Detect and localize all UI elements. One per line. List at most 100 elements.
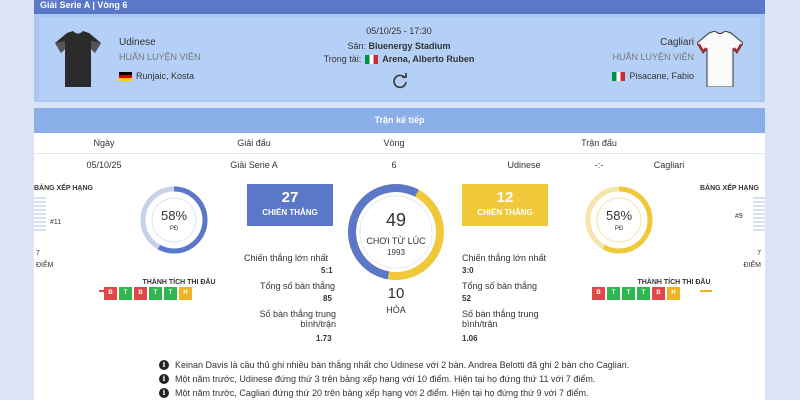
referee-name: Arena, Alberto Ruben: [382, 54, 475, 64]
home-total-goals-label: Tổng số bàn thắng: [260, 281, 336, 291]
form-result-badge: T: [149, 287, 162, 300]
fact-item: i Một năm trước, Udinese đứng thứ 3 trên…: [159, 372, 759, 386]
away-biggest-win-label: Chiến thắng lớn nhất: [462, 253, 546, 263]
head-to-head-stats: BẢNG XẾP HẠNG #11 7 ĐIỂM 58% PĐ THÀNH TÍ…: [34, 177, 765, 400]
away-pct-label: PĐ: [614, 226, 624, 232]
home-points: 7: [36, 250, 40, 257]
home-total-goals: 85: [323, 294, 332, 303]
away-ranking-scale: [753, 197, 765, 231]
away-points-label: ĐIỂM: [743, 262, 762, 269]
away-total-goals-label: Tổng số bàn thắng: [462, 281, 538, 291]
form-result-badge: T: [637, 287, 650, 300]
stadium-name: Bluenergy Stadium: [368, 41, 451, 51]
home-coach: Runjaic, Kosta: [119, 71, 194, 81]
away-history-label: THÀNH TÍCH THI ĐẤU: [637, 279, 711, 286]
fact-text: Keinan Davis là cầu thủ ghi nhiều bàn th…: [175, 360, 630, 370]
home-coach-name: Runjaic, Kosta: [136, 71, 195, 81]
head-to-head-ring: [348, 184, 444, 280]
home-jersey-icon: [55, 31, 101, 87]
away-biggest-win: 3:0: [462, 266, 474, 275]
away-jersey-icon: [697, 31, 743, 87]
info-icon: i: [159, 388, 169, 398]
column-header-round: Vòng: [383, 138, 405, 148]
home-biggest-win-label: Chiến thắng lớn nhất: [244, 253, 328, 263]
form-result-badge: B: [104, 287, 117, 300]
home-team-name[interactable]: Udinese: [119, 37, 156, 48]
form-result-badge: T: [119, 287, 132, 300]
row-league: Giải Serie A: [230, 160, 278, 170]
home-ranking-scale: [34, 197, 46, 231]
away-wins-label: CHIẾN THẮNG: [477, 208, 533, 217]
column-header-date: Ngày: [93, 138, 115, 148]
column-header-league: Giải đấu: [237, 138, 271, 148]
away-form-history: BTTTBH: [592, 287, 680, 300]
next-match-title: Trận kế tiếp: [374, 115, 425, 125]
stadium-line: Sân: Bluenergy Stadium: [299, 41, 499, 51]
form-result-badge: T: [607, 287, 620, 300]
form-result-badge: B: [592, 287, 605, 300]
away-win-percentage: 58%: [605, 208, 633, 223]
away-history-line: [700, 290, 712, 292]
row-score: -:-: [594, 160, 604, 170]
column-header-match: Trận đấu: [581, 138, 617, 148]
total-matches: 49: [385, 210, 407, 230]
stadium-label: Sân:: [347, 41, 366, 51]
away-total-goals: 52: [462, 294, 471, 303]
home-biggest-win: 5:1: [321, 266, 333, 275]
competition-title: Giải Serie A | Vòng 6: [40, 0, 128, 10]
row-round: 6: [391, 160, 397, 170]
germany-flag-icon: [119, 71, 132, 81]
home-ranking-label: BẢNG XẾP HẠNG: [34, 185, 93, 192]
refresh-icon[interactable]: [391, 72, 409, 90]
away-team-name[interactable]: Cagliari: [614, 37, 694, 48]
row-home-team: Udinese: [507, 160, 541, 170]
form-result-badge: H: [179, 287, 192, 300]
home-coach-role: HUẤN LUYỆN VIÊN: [119, 52, 201, 62]
draws-label: HÒA: [386, 305, 406, 315]
fact-text: Một năm trước, Cagliari đứng thứ 20 trên…: [175, 388, 589, 398]
away-wins-box: 12 CHIẾN THẮNG: [462, 184, 548, 226]
home-avg-goals-label: Số bàn thắng trung bình/trận: [259, 309, 336, 329]
home-wins: 27: [281, 189, 299, 206]
next-match-header: Trận kế tiếp: [34, 108, 765, 133]
home-avg-goals: 1.73: [316, 334, 332, 343]
italy-flag-icon: [365, 54, 379, 64]
away-points: 7: [757, 250, 761, 257]
away-coach: Pisacane, Fabio: [584, 71, 694, 81]
away-ranking-label: BẢNG XẾP HẠNG: [700, 185, 759, 192]
form-result-badge: T: [164, 287, 177, 300]
away-wins: 12: [496, 189, 514, 206]
info-icon: i: [159, 360, 169, 370]
home-rank: #11: [50, 219, 62, 226]
match-header: Udinese HUẤN LUYỆN VIÊN Runjaic, Kosta 0…: [34, 14, 765, 102]
since-year: 1993: [387, 248, 405, 257]
away-coach-role: HUẤN LUYỆN VIÊN: [612, 52, 694, 62]
match-datetime: 05/10/25 - 17:30: [366, 26, 432, 36]
next-match-table: Ngày Giải đấu Vòng Trận đấu 05/10/25 Giả…: [34, 133, 765, 177]
home-wins-box: 27 CHIẾN THẮNG: [247, 184, 333, 226]
form-result-badge: B: [652, 287, 665, 300]
row-date: 05/10/25: [86, 160, 122, 170]
italy-flag-icon: [612, 71, 626, 81]
away-coach-name: Pisacane, Fabio: [629, 71, 694, 81]
home-pct-label: PĐ: [169, 226, 179, 232]
form-result-badge: B: [134, 287, 147, 300]
away-rank: #9: [735, 213, 743, 220]
table-row[interactable]: 05/10/25 Giải Serie A 6 Udinese -:- Cagl…: [34, 155, 765, 176]
home-history-label: THÀNH TÍCH THI ĐẤU: [142, 279, 216, 286]
form-result-badge: H: [667, 287, 680, 300]
since-label: CHƠI TỪ LÚC: [366, 236, 426, 246]
home-win-percentage: 58%: [160, 208, 188, 223]
referee-line: Trọng tài: Arena, Alberto Ruben: [299, 54, 499, 64]
home-form-history: BTBTTH: [104, 287, 192, 300]
info-icon: i: [159, 374, 169, 384]
competition-header: Giải Serie A | Vòng 6: [34, 0, 765, 14]
home-wins-label: CHIẾN THẮNG: [262, 208, 318, 217]
draws-count: 10: [387, 285, 405, 302]
row-away-team: Cagliari: [653, 160, 685, 170]
fact-text: Một năm trước, Udinese đứng thứ 3 trên b…: [175, 374, 596, 384]
home-points-label: ĐIỂM: [36, 262, 54, 269]
away-avg-goals: 1.06: [462, 334, 478, 343]
form-result-badge: T: [622, 287, 635, 300]
table-header-row: Ngày Giải đấu Vòng Trận đấu: [34, 133, 765, 154]
